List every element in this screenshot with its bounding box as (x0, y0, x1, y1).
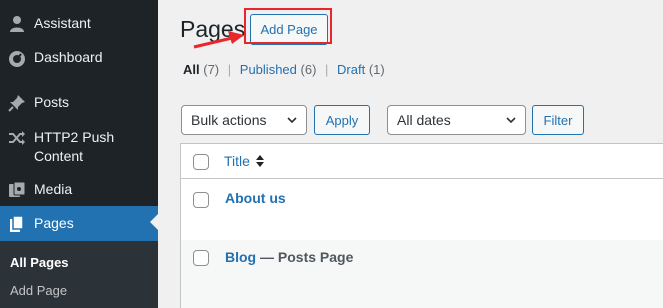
pages-icon (7, 214, 27, 234)
sidebar-item-label: Dashboard (34, 49, 103, 65)
sidebar-item-label: Media (34, 181, 73, 197)
pushpin-icon (7, 93, 27, 113)
separator: | (227, 62, 232, 77)
view-published-link[interactable]: Published (240, 62, 297, 77)
pages-table: Title About us Blog — Posts Page (180, 143, 663, 308)
sidebar-item-label: Assistant (34, 15, 91, 31)
sort-icon (255, 155, 264, 167)
select-all-checkbox[interactable] (193, 154, 209, 170)
admin-sidebar: Assistant Dashboard Posts HTTP2 Push Con… (0, 0, 158, 308)
sidebar-item-media[interactable]: Media (0, 180, 158, 200)
sidebar-item-http2-push-content[interactable]: HTTP2 Push Content (0, 128, 130, 166)
dashboard-icon (7, 48, 27, 68)
sidebar-item-pages[interactable]: Pages (0, 206, 158, 241)
chevron-down-icon (287, 117, 297, 124)
view-draft-link[interactable]: Draft (337, 62, 365, 77)
red-arrow-icon (193, 31, 244, 49)
dates-filter-select[interactable]: All dates (387, 105, 526, 135)
view-all-count: (7) (203, 62, 220, 77)
sidebar-item-label: Posts (34, 94, 70, 110)
row-title-link[interactable]: About us (225, 190, 286, 206)
view-all-label[interactable]: All (183, 62, 200, 77)
status-filter-links: All (7) | Published (6) | Draft (1) (183, 62, 385, 78)
sidebar-item-label: HTTP2 Push Content (34, 129, 115, 164)
dates-filter-value: All dates (397, 112, 451, 128)
row-title-cell: Blog — Posts Page (225, 249, 353, 265)
person-icon (7, 14, 27, 34)
row-checkbox[interactable] (193, 192, 209, 208)
shuffle-icon (7, 128, 27, 148)
table-header: Title (181, 144, 663, 179)
submenu-add-page[interactable]: Add Page (10, 283, 67, 298)
bulk-actions-select[interactable]: Bulk actions (181, 105, 307, 135)
separator: | (325, 62, 329, 77)
view-published-count: (6) (300, 62, 317, 77)
sidebar-item-dashboard[interactable]: Dashboard (0, 48, 158, 68)
sidebar-item-assistant[interactable]: Assistant (0, 14, 158, 34)
pages-submenu: All Pages Add Page (0, 241, 158, 308)
sidebar-item-posts[interactable]: Posts (0, 93, 158, 113)
bulk-actions-value: Bulk actions (191, 112, 267, 128)
apply-button[interactable]: Apply (314, 105, 370, 135)
row-checkbox[interactable] (193, 250, 209, 266)
row-title-link[interactable]: Blog (225, 249, 256, 265)
active-menu-indicator (150, 214, 158, 230)
highlight-annotation-box (244, 8, 332, 44)
table-row: Blog — Posts Page (181, 240, 663, 308)
media-icon (7, 180, 27, 200)
title-column-label: Title (224, 153, 250, 169)
chevron-down-icon (506, 117, 516, 124)
sidebar-item-label: Pages (34, 215, 74, 231)
view-draft-count: (1) (368, 62, 385, 77)
post-state-label: — Posts Page (260, 249, 354, 265)
submenu-all-pages[interactable]: All Pages (10, 255, 69, 270)
filter-button[interactable]: Filter (532, 105, 584, 135)
title-column-sort[interactable]: Title (224, 153, 265, 169)
